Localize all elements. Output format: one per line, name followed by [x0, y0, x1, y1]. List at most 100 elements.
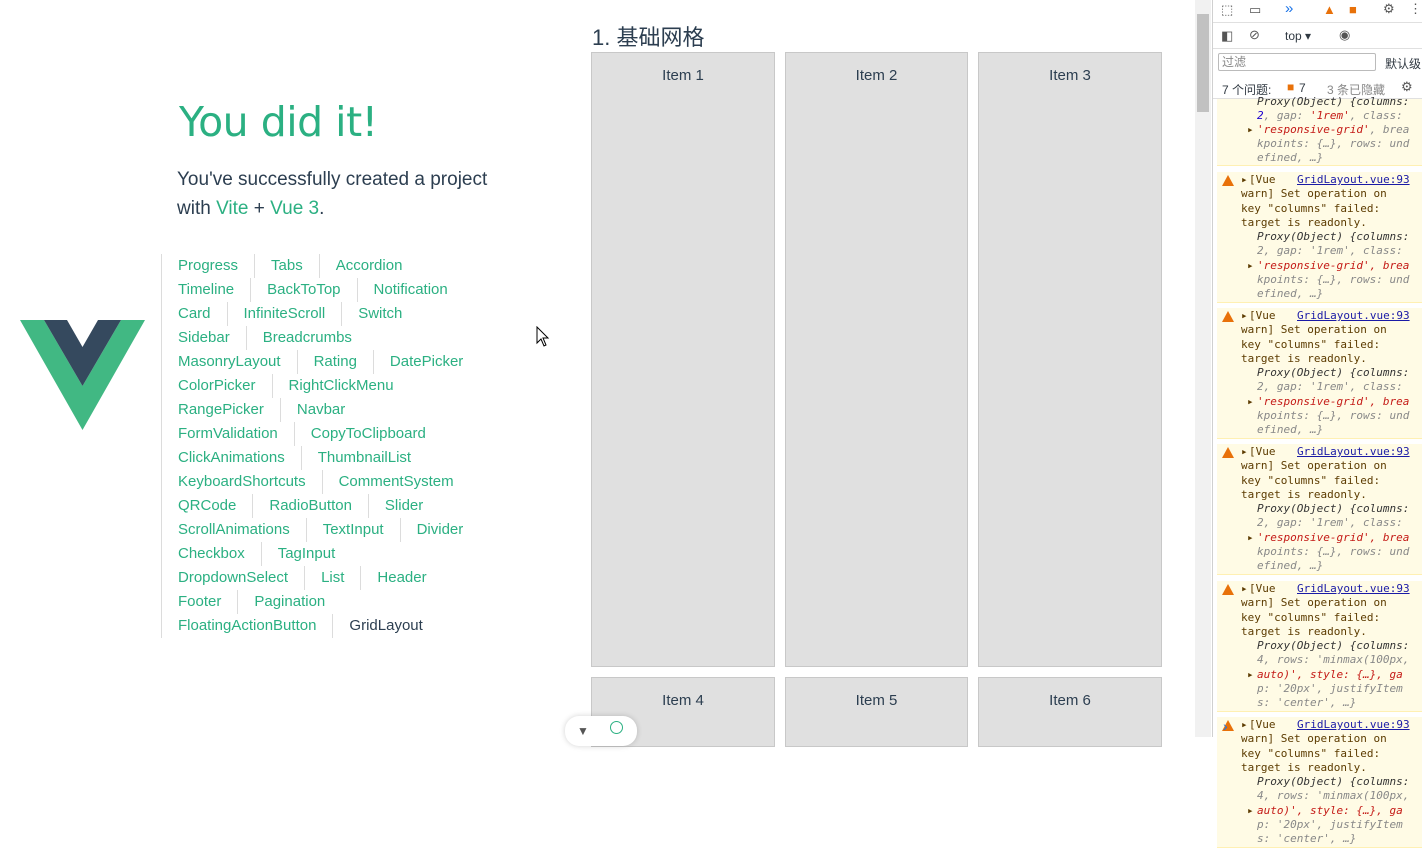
source-link[interactable]: GridLayout.vue:93: [1297, 173, 1410, 188]
console-prompt[interactable]: ›: [1223, 718, 1228, 734]
expand-arrow-icon[interactable]: ▸: [1241, 445, 1248, 460]
console-filter-input[interactable]: 过滤: [1218, 53, 1376, 71]
proxy-line: kpoints: {…}, rows: und: [1257, 409, 1410, 422]
settings-gear-icon[interactable]: ⚙: [1383, 1, 1395, 17]
expand-arrow-icon[interactable]: ▸: [1241, 173, 1248, 188]
issues-count[interactable]: 7: [1299, 81, 1306, 95]
scrollbar-thumb[interactable]: [1197, 14, 1209, 112]
nav-link-masonrylayout[interactable]: MasonryLayout: [161, 350, 297, 374]
expand-arrow-icon[interactable]: ▸: [1241, 718, 1248, 733]
proxy-line: p: '20px', justifyItem: [1257, 818, 1403, 831]
proxy-line: 'responsive-grid', brea: [1257, 531, 1410, 544]
devtools-tabbar: ⬚ ▭ » ▲ ■ ⚙ ⋮: [1213, 0, 1422, 23]
more-tabs-icon[interactable]: »: [1285, 0, 1293, 17]
more-options-icon[interactable]: ⋮: [1409, 1, 1422, 17]
nav-link-datepicker[interactable]: DatePicker: [372, 350, 479, 374]
nav-link-backtotop[interactable]: BackToTop: [250, 278, 356, 302]
nav-link-commentsystem[interactable]: CommentSystem: [321, 470, 470, 494]
nav-link-progress[interactable]: Progress: [161, 254, 254, 278]
warning-text: key "columns" failed:: [1241, 747, 1381, 760]
source-link[interactable]: GridLayout.vue:93: [1297, 309, 1410, 324]
nav-link-taginput[interactable]: TagInput: [260, 542, 352, 566]
hero-title: You did it!: [179, 98, 378, 146]
device-toolbar-icon[interactable]: ▭: [1249, 2, 1261, 18]
live-expression-eye-icon[interactable]: ◉: [1339, 27, 1350, 43]
source-link[interactable]: GridLayout.vue:93: [1297, 445, 1410, 460]
proxy-line: Proxy(Object) {columns:: [1257, 775, 1410, 788]
proxy-line: auto)', style: {…}, ga: [1257, 804, 1403, 817]
context-selector[interactable]: top ▾: [1285, 29, 1311, 43]
warning-text: key "columns" failed:: [1241, 611, 1381, 624]
section-title: 1. 基础网格: [592, 25, 705, 50]
nav-link-keyboardshortcuts[interactable]: KeyboardShortcuts: [161, 470, 322, 494]
expand-arrow-icon[interactable]: ▸: [1241, 582, 1248, 597]
nav-link-scrollanimations[interactable]: ScrollAnimations: [161, 518, 306, 542]
nav-link-rangepicker[interactable]: RangePicker: [161, 398, 280, 422]
vite-link[interactable]: Vite: [216, 198, 248, 219]
nav-link-timeline[interactable]: Timeline: [161, 278, 250, 302]
expand-arrow-icon[interactable]: ▸: [1247, 123, 1254, 138]
inspector-target-icon[interactable]: [610, 721, 623, 734]
nav-link-infinitescroll[interactable]: InfiniteScroll: [226, 302, 342, 326]
nav-link-textinput[interactable]: TextInput: [305, 518, 400, 542]
nav-link-tabs[interactable]: Tabs: [254, 254, 319, 278]
vue-devtools-toggle[interactable]: ▼: [565, 716, 637, 746]
console-settings-gear-icon[interactable]: ⚙: [1401, 79, 1413, 95]
nav-link-list[interactable]: List: [304, 566, 360, 590]
proxy-line: efined, …}: [1257, 423, 1324, 436]
warning-icon: [1222, 584, 1234, 595]
nav-link-accordion[interactable]: Accordion: [318, 254, 419, 278]
nav-link-dropdownselect[interactable]: DropdownSelect: [161, 566, 304, 590]
expand-arrow-icon[interactable]: ▸: [1241, 309, 1248, 324]
nav-link-clickanimations[interactable]: ClickAnimations: [161, 446, 301, 470]
nav-link-navbar[interactable]: Navbar: [279, 398, 361, 422]
vue-link[interactable]: Vue 3: [270, 198, 319, 219]
nav-link-card[interactable]: Card: [161, 302, 227, 326]
source-link[interactable]: GridLayout.vue:93: [1297, 718, 1410, 733]
nav-link-qrcode[interactable]: QRCode: [161, 494, 252, 518]
nav-link-footer[interactable]: Footer: [161, 590, 237, 614]
nav-link-header[interactable]: Header: [360, 566, 442, 590]
expand-arrow-icon[interactable]: ▸: [1247, 531, 1254, 546]
nav-link-switch[interactable]: Switch: [341, 302, 418, 326]
proxy-line: efined, …}: [1257, 559, 1324, 572]
nav-link-radiobutton[interactable]: RadioButton: [252, 494, 368, 518]
nav-link-rating[interactable]: Rating: [296, 350, 373, 374]
nav-link-colorpicker[interactable]: ColorPicker: [161, 374, 272, 398]
proxy-line: s: 'center', …}: [1257, 696, 1357, 709]
nav-link-checkbox[interactable]: Checkbox: [161, 542, 261, 566]
clear-console-icon[interactable]: ⊘: [1249, 27, 1260, 43]
nav-link-thumbnaillist[interactable]: ThumbnailList: [300, 446, 427, 470]
nav-link-formvalidation[interactable]: FormValidation: [161, 422, 294, 446]
nav-link-gridlayout[interactable]: GridLayout: [332, 614, 438, 638]
component-nav: Progress Tabs Accordion Timeline BackToTop No…: [161, 254, 491, 638]
nav-link-pagination[interactable]: Pagination: [237, 590, 341, 614]
inspect-element-icon[interactable]: ⬚: [1221, 2, 1233, 18]
console-toolbar: ◧ ⊘ top ▾ ◉: [1213, 24, 1422, 49]
nav-link-copytoclipboard[interactable]: CopyToClipboard: [293, 422, 442, 446]
nav-link-divider[interactable]: Divider: [399, 518, 480, 542]
page-scrollbar[interactable]: [1195, 0, 1211, 737]
issue-flag-icon: ■: [1287, 80, 1295, 94]
warning-text: warn] Set operation on: [1241, 732, 1387, 745]
warning-count-icon[interactable]: ▲: [1323, 2, 1336, 17]
nav-link-breadcrumbs[interactable]: Breadcrumbs: [245, 326, 368, 350]
expand-arrow-icon[interactable]: ▸: [1247, 668, 1254, 683]
log-levels-dropdown[interactable]: 默认级: [1385, 55, 1421, 72]
nav-link-sidebar[interactable]: Sidebar: [161, 326, 246, 350]
proxy-line: Proxy(Object) {columns:: [1257, 639, 1410, 652]
warning-prefix: [Vue: [1249, 309, 1276, 322]
sidebar-toggle-icon[interactable]: ◧: [1221, 28, 1233, 44]
nav-link-rightclickmenu[interactable]: RightClickMenu: [271, 374, 410, 398]
nav-link-slider[interactable]: Slider: [367, 494, 439, 518]
console-warning: ▸ [Vue GridLayout.vue:93 warn] Set operatio…: [1217, 581, 1422, 712]
source-link[interactable]: GridLayout.vue:93: [1297, 582, 1410, 597]
proxy-line: 2, gap: '1rem', class:: [1257, 109, 1403, 122]
expand-arrow-icon[interactable]: ▸: [1247, 259, 1254, 274]
console-warning: ▸ [Vue GridLayout.vue:93 warn] Set operatio…: [1217, 172, 1422, 303]
expand-arrow-icon[interactable]: ▸: [1247, 804, 1254, 819]
expand-arrow-icon[interactable]: ▸: [1247, 395, 1254, 410]
nav-link-floatingactionbutton[interactable]: FloatingActionButton: [161, 614, 332, 638]
nav-link-notification[interactable]: Notification: [356, 278, 464, 302]
issues-count-icon[interactable]: ■: [1349, 2, 1357, 17]
